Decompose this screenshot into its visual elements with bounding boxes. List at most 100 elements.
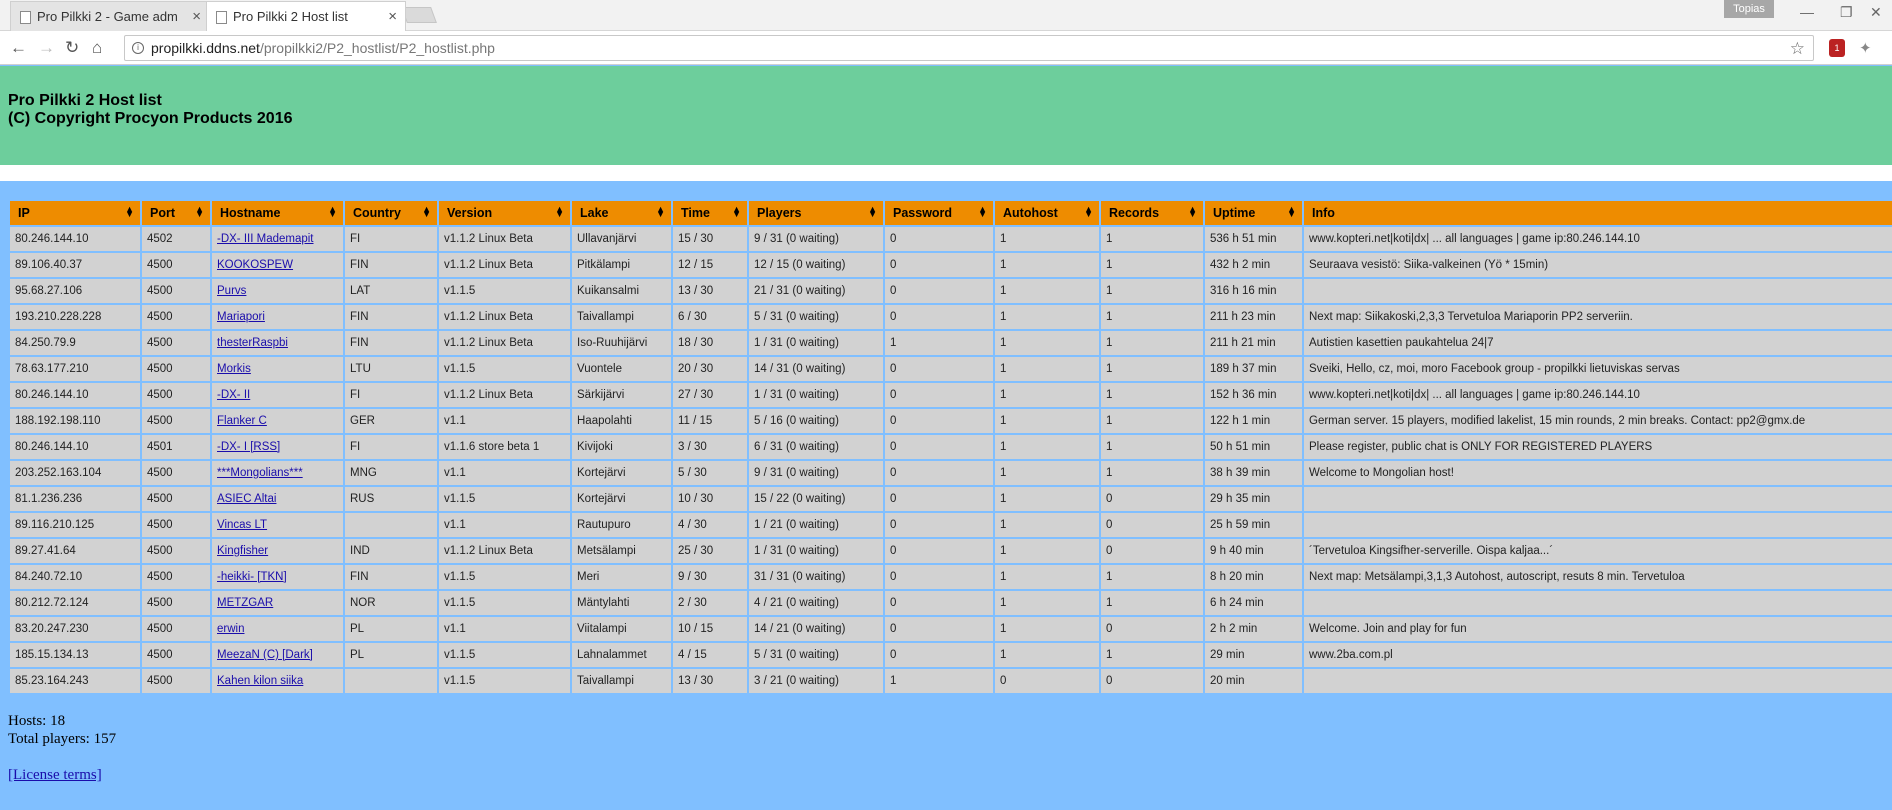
cell-port: 4500	[142, 305, 210, 329]
cell-port: 4500	[142, 253, 210, 277]
hostname-link[interactable]: ASIEC Altai	[217, 493, 276, 505]
cell-uptime: 20 min	[1205, 669, 1302, 693]
hostname-link[interactable]: Vincas LT	[217, 519, 267, 531]
table-row: 80.212.72.124 4500 METZGAR NOR v1.1.5 Mäntyla…	[10, 591, 1892, 615]
cell-records: 1	[1101, 565, 1203, 589]
hostname-link[interactable]: thesterRaspbi	[217, 337, 288, 349]
home-icon[interactable]: ⌂	[92, 38, 102, 58]
cell-password: 0	[885, 253, 993, 277]
bookmark-star-icon[interactable]: ☆	[1790, 37, 1805, 61]
sort-icon[interactable]: ▲ ▼	[978, 205, 987, 219]
address-bar[interactable]: i propilkki.ddns.net/propilkki2/P2_hostl…	[124, 35, 1814, 61]
sort-icon[interactable]: ▲ ▼	[1188, 205, 1197, 219]
hostname-link[interactable]: -DX- II	[217, 389, 250, 401]
hostname-link[interactable]: Mariapori	[217, 311, 265, 323]
table-row: 83.20.247.230 4500 erwin PL v1.1 Viitalampi 10…	[10, 617, 1892, 641]
minimize-icon[interactable]: —	[1800, 4, 1814, 20]
maximize-icon[interactable]: ❐	[1840, 4, 1853, 21]
cell-info: German server. 15 players, modified lake…	[1304, 409, 1892, 433]
cell-hostname: MeezaN (C) [Dark]	[212, 643, 343, 667]
cell-players: 1 / 31 (0 waiting)	[749, 383, 883, 407]
extension-ublock-icon[interactable]: 1	[1829, 39, 1845, 57]
hostname-link[interactable]: -heikki- [TKN]	[217, 571, 287, 583]
hostname-link[interactable]: MeezaN (C) [Dark]	[217, 649, 313, 661]
forward-icon[interactable]: →	[38, 38, 55, 58]
hostname-link[interactable]: METZGAR	[217, 597, 273, 609]
column-header-port[interactable]: Port ▲ ▼	[142, 201, 210, 225]
column-header-time[interactable]: Time ▲ ▼	[673, 201, 747, 225]
cell-autohost: 1	[995, 461, 1099, 485]
profile-button[interactable]: Topias	[1724, 0, 1774, 18]
hostname-link[interactable]: Morkis	[217, 363, 251, 375]
cell-lake: Pitkälampi	[572, 253, 671, 277]
column-header-version[interactable]: Version ▲ ▼	[439, 201, 570, 225]
hostname-link[interactable]: Flanker C	[217, 415, 267, 427]
hostname-link[interactable]: -DX- III Mademapit	[217, 233, 314, 245]
cell-lake: Kortejärvi	[572, 487, 671, 511]
column-header-password[interactable]: Password ▲ ▼	[885, 201, 993, 225]
cell-ip: 81.1.236.236	[10, 487, 140, 511]
cell-password: 0	[885, 227, 993, 251]
cell-uptime: 9 h 40 min	[1205, 539, 1302, 563]
url-host: propilkki.ddns.net	[151, 40, 260, 56]
column-header-ip[interactable]: IP ▲ ▼	[10, 201, 140, 225]
cell-port: 4500	[142, 357, 210, 381]
new-tab-button[interactable]	[401, 7, 437, 23]
column-header-players[interactable]: Players ▲ ▼	[749, 201, 883, 225]
close-icon[interactable]: ×	[192, 8, 201, 25]
hosts-count: Hosts: 18	[8, 713, 66, 729]
sort-icon[interactable]: ▲ ▼	[732, 205, 741, 219]
cell-players: 1 / 21 (0 waiting)	[749, 513, 883, 537]
column-header-uptime[interactable]: Uptime ▲ ▼	[1205, 201, 1302, 225]
page-icon	[20, 11, 31, 24]
hostname-link[interactable]: Kahen kilon siika	[217, 675, 303, 687]
cell-country: MNG	[345, 461, 437, 485]
cell-lake: Viitalampi	[572, 617, 671, 641]
cell-hostname: Kahen kilon siika	[212, 669, 343, 693]
close-icon[interactable]: ×	[388, 8, 397, 25]
back-icon[interactable]: ←	[10, 38, 27, 58]
cell-ip: 80.246.144.10	[10, 435, 140, 459]
cell-info	[1304, 669, 1892, 693]
column-header-records[interactable]: Records ▲ ▼	[1101, 201, 1203, 225]
extension-puzzle-icon[interactable]: ✦	[1859, 39, 1872, 57]
cell-time: 4 / 15	[673, 643, 747, 667]
reload-icon[interactable]: ↻	[65, 38, 79, 58]
hostname-link[interactable]: Purvs	[217, 285, 246, 297]
sort-icon[interactable]: ▲ ▼	[868, 205, 877, 219]
sort-icon[interactable]: ▲ ▼	[656, 205, 665, 219]
cell-uptime: 189 h 37 min	[1205, 357, 1302, 381]
cell-uptime: 211 h 21 min	[1205, 331, 1302, 355]
cell-password: 0	[885, 435, 993, 459]
license-terms-link[interactable]: [License terms]	[8, 767, 102, 783]
cell-lake: Kortejärvi	[572, 461, 671, 485]
sort-icon[interactable]: ▲ ▼	[328, 205, 337, 219]
column-header-country[interactable]: Country ▲ ▼	[345, 201, 437, 225]
hostname-link[interactable]: -DX- I [RSS]	[217, 441, 280, 453]
sort-icon[interactable]: ▲ ▼	[195, 205, 204, 219]
column-header-autohost[interactable]: Autohost ▲ ▼	[995, 201, 1099, 225]
sort-icon[interactable]: ▲ ▼	[125, 205, 134, 219]
divider	[0, 165, 1892, 181]
sort-icon[interactable]: ▲ ▼	[1084, 205, 1093, 219]
hostname-link[interactable]: ***Mongolians***	[217, 467, 303, 479]
hostname-link[interactable]: Kingfisher	[217, 545, 268, 557]
column-header-lake[interactable]: Lake ▲ ▼	[572, 201, 671, 225]
cell-hostname: ASIEC Altai	[212, 487, 343, 511]
tab-game-admin[interactable]: Pro Pilkki 2 - Game adm ×	[10, 1, 210, 31]
hostname-link[interactable]: KOOKOSPEW	[217, 259, 293, 271]
column-header-label: Records	[1109, 206, 1160, 220]
column-header-info[interactable]: Info	[1304, 201, 1892, 225]
sort-icon[interactable]: ▲ ▼	[555, 205, 564, 219]
hostname-link[interactable]: erwin	[217, 623, 244, 635]
page-icon	[216, 11, 227, 24]
table-row: 89.116.210.125 4500 Vincas LT v1.1 Rautupuro…	[10, 513, 1892, 537]
tab-host-list[interactable]: Pro Pilkki 2 Host list ×	[206, 1, 406, 31]
cell-version: v1.1	[439, 617, 570, 641]
column-header-hostname[interactable]: Hostname ▲ ▼	[212, 201, 343, 225]
sort-icon[interactable]: ▲ ▼	[1287, 205, 1296, 219]
cell-password: 0	[885, 461, 993, 485]
window-close-icon[interactable]: ✕	[1870, 4, 1882, 21]
sort-icon[interactable]: ▲ ▼	[422, 205, 431, 219]
info-icon[interactable]: i	[132, 42, 144, 54]
